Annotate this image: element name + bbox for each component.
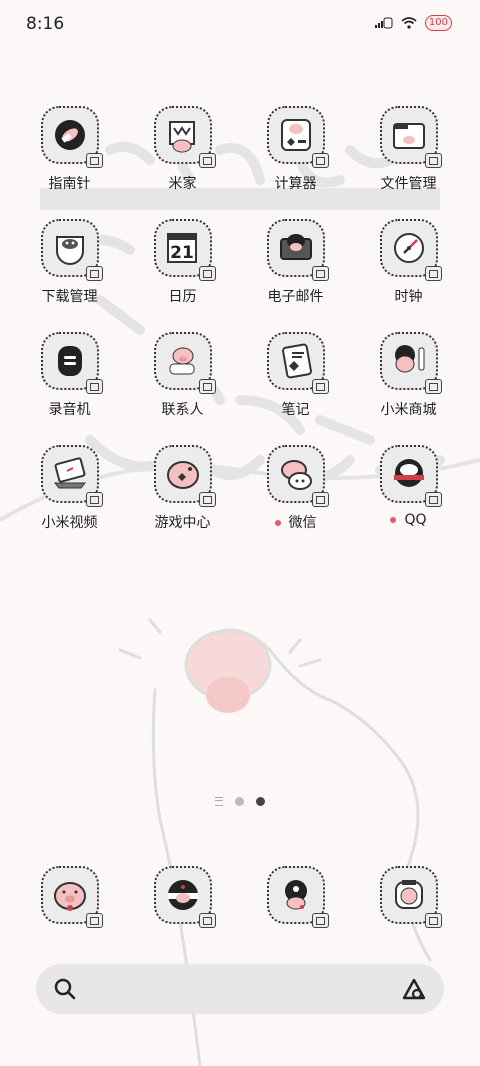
contacts-icon [153, 332, 216, 394]
qq-icon [379, 445, 442, 507]
app-label: 计算器 [274, 176, 317, 192]
clock-icon [379, 219, 442, 281]
recorder-icon [40, 332, 103, 394]
browser-icon [153, 866, 216, 928]
app-label: 指南针 [48, 176, 91, 192]
dock-app-phone[interactable] [13, 866, 126, 928]
app-notes[interactable]: 笔记 [239, 332, 352, 419]
app-label: 小米视频 [41, 515, 98, 531]
app-label: 日历 [168, 289, 197, 305]
notes-icon [266, 332, 329, 394]
app-mi-video[interactable]: 小米视频 [13, 445, 126, 532]
search-bar[interactable] [36, 964, 444, 1014]
app-label: 米家 [168, 176, 197, 192]
app-calculator[interactable]: 计算器 [239, 106, 352, 193]
game-controller-icon [153, 445, 216, 507]
status-time: 8:16 [26, 14, 65, 34]
wifi-icon [401, 17, 417, 29]
assistant-icon[interactable] [400, 976, 428, 1002]
search-icon [54, 978, 76, 1000]
app-clock[interactable]: 时钟 [352, 219, 465, 306]
new-badge [390, 517, 397, 523]
app-label: QQ [352, 512, 465, 528]
app-compass[interactable]: 指南针 [13, 106, 126, 193]
app-label: 电子邮件 [267, 289, 324, 305]
dock-app-camera[interactable] [239, 866, 352, 928]
app-label: 笔记 [281, 402, 310, 418]
signal-icon [374, 17, 393, 29]
mijia-icon [153, 106, 216, 168]
folder-icon [379, 106, 442, 168]
dock-app-gallery[interactable] [352, 866, 465, 928]
status-bar: 8:16 100 [0, 0, 480, 50]
calculator-icon [266, 106, 329, 168]
new-badge [274, 520, 281, 526]
video-icon [40, 445, 103, 507]
app-contacts[interactable]: 联系人 [126, 332, 239, 419]
app-mijia[interactable]: 米家 [126, 106, 239, 193]
compass-icon [40, 106, 103, 168]
app-label: 小米商城 [380, 402, 437, 418]
store-icon [379, 332, 442, 394]
app-game-center[interactable]: 游戏中心 [126, 445, 239, 532]
app-drawer-indicator-icon[interactable] [215, 797, 223, 806]
app-label: 文件管理 [380, 176, 437, 192]
app-recorder[interactable]: 录音机 [13, 332, 126, 419]
app-download-manager[interactable]: 下载管理 [13, 219, 126, 306]
page-dot-active[interactable] [256, 797, 265, 806]
app-label: 联系人 [161, 402, 204, 418]
calendar-icon: 21 [153, 219, 216, 281]
app-label: 时钟 [394, 289, 423, 305]
app-mi-store[interactable]: 小米商城 [352, 332, 465, 419]
page-dot[interactable] [235, 797, 244, 806]
app-file-manager[interactable]: 文件管理 [352, 106, 465, 193]
wechat-icon [266, 445, 329, 507]
app-label: 微信 [239, 512, 352, 532]
gallery-icon [379, 866, 442, 928]
dock-app-browser[interactable] [126, 866, 239, 928]
camera-icon [266, 866, 329, 928]
app-calendar[interactable]: 21 日历 [126, 219, 239, 306]
battery-indicator: 100 [424, 15, 452, 31]
download-icon [40, 219, 103, 281]
email-icon [266, 219, 329, 281]
phone-icon [40, 866, 103, 928]
app-qq[interactable]: QQ [352, 445, 465, 528]
app-label: 录音机 [48, 402, 91, 418]
page-indicator[interactable] [0, 797, 480, 806]
app-email[interactable]: 电子邮件 [239, 219, 352, 306]
app-label: 游戏中心 [154, 515, 211, 531]
app-label: 下载管理 [41, 289, 98, 305]
app-wechat[interactable]: 微信 [239, 445, 352, 532]
calendar-date: 21 [170, 243, 194, 263]
